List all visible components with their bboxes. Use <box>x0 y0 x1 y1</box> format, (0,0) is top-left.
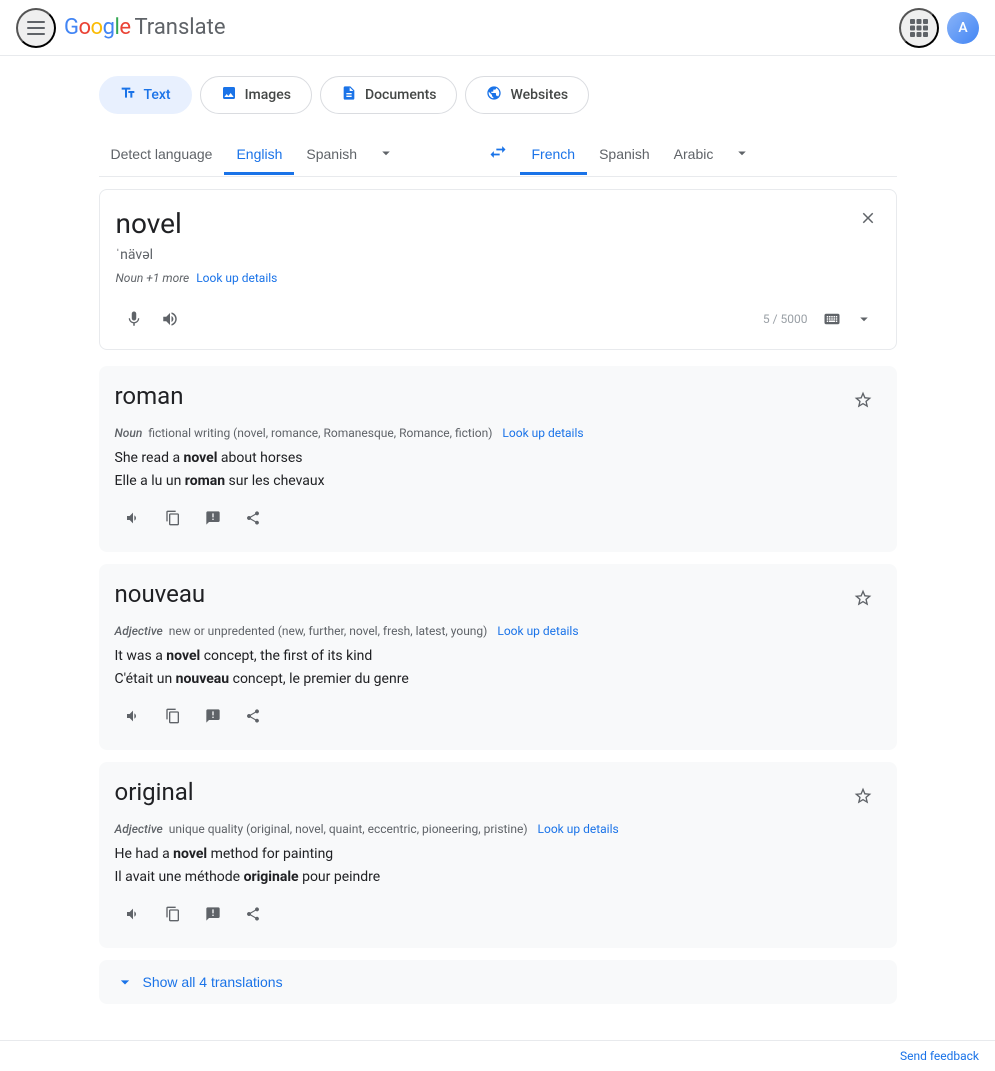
star-button[interactable] <box>845 382 881 418</box>
swap-languages-button[interactable] <box>476 134 520 176</box>
result-card: nouveau Adjective new or unpredented (ne… <box>99 564 897 750</box>
footer: Send feedback <box>0 1040 995 1071</box>
language-bar: Detect language English Spanish French S… <box>99 134 897 177</box>
arabic-lang-button[interactable]: Arabic <box>662 136 726 175</box>
star-button[interactable] <box>845 580 881 616</box>
results-container: roman Noun fictional writing (novel, rom… <box>99 366 897 948</box>
tab-websites[interactable]: Websites <box>465 76 589 114</box>
documents-icon <box>341 85 357 105</box>
result-lookup-link[interactable]: Look up details <box>497 624 578 638</box>
input-phonetic: ˈnävəl <box>116 246 880 263</box>
main-content: Text Images Documents Websites Detect la… <box>83 56 913 1040</box>
input-meta-type: Noun <box>116 271 144 285</box>
result-example-fr: Elle a lu un roman sur les chevaux <box>115 471 881 492</box>
input-meta-link[interactable]: Look up details <box>196 271 277 285</box>
tab-websites-label: Websites <box>510 87 568 103</box>
result-actions <box>115 500 881 536</box>
result-type: Noun <box>115 426 143 440</box>
result-synonyms: unique quality (original, novel, quaint,… <box>169 822 528 836</box>
logo-translate-text: Translate <box>134 15 225 40</box>
result-copy-button[interactable] <box>155 500 191 536</box>
result-feedback-button[interactable] <box>195 698 231 734</box>
char-count: 5 / 5000 <box>763 312 808 326</box>
text-icon <box>120 85 136 105</box>
result-copy-button[interactable] <box>155 698 191 734</box>
result-lookup-link[interactable]: Look up details <box>502 426 583 440</box>
result-type-row: Adjective new or unpredented (new, furth… <box>115 624 881 638</box>
mic-button[interactable] <box>116 301 152 337</box>
result-share-button[interactable] <box>235 698 271 734</box>
translation-panel: novel ˈnävəl Noun +1 more Look up detail… <box>99 189 897 350</box>
keyboard-button[interactable] <box>816 303 848 335</box>
result-type-row: Adjective unique quality (original, nove… <box>115 822 881 836</box>
input-meta: Noun +1 more Look up details <box>116 271 880 285</box>
result-example-en: He had a novel method for painting <box>115 844 881 865</box>
spanish-tgt-button[interactable]: Spanish <box>587 136 662 175</box>
result-copy-button[interactable] <box>155 896 191 932</box>
result-word: original <box>115 778 194 806</box>
spanish-src-button[interactable]: Spanish <box>294 136 369 175</box>
result-example-en: She read a novel about horses <box>115 448 881 469</box>
result-actions <box>115 896 881 932</box>
target-lang-more-button[interactable] <box>725 136 759 175</box>
apps-button[interactable] <box>899 8 939 48</box>
result-volume-button[interactable] <box>115 500 151 536</box>
result-share-button[interactable] <box>235 896 271 932</box>
logo-google-text: Google <box>64 15 130 40</box>
header: Google Translate A <box>0 0 995 56</box>
input-side: novel ˈnävəl Noun +1 more Look up detail… <box>100 190 896 349</box>
result-card: roman Noun fictional writing (novel, rom… <box>99 366 897 552</box>
source-lang-group: Detect language English Spanish <box>99 136 476 175</box>
result-feedback-button[interactable] <box>195 500 231 536</box>
result-lookup-link[interactable]: Look up details <box>538 822 619 836</box>
result-actions <box>115 698 881 734</box>
result-type: Adjective <box>115 822 163 836</box>
tab-documents[interactable]: Documents <box>320 76 458 114</box>
result-example-fr: C'était un nouveau concept, le premier d… <box>115 669 881 690</box>
input-actions: 5 / 5000 <box>116 297 880 341</box>
target-lang-group: French Spanish Arabic <box>520 136 897 175</box>
result-volume-button[interactable] <box>115 896 151 932</box>
tab-text-label: Text <box>144 87 171 103</box>
french-lang-button[interactable]: French <box>520 136 588 175</box>
english-lang-button[interactable]: English <box>224 136 294 175</box>
tab-images[interactable]: Images <box>200 76 312 114</box>
user-avatar[interactable]: A <box>947 12 979 44</box>
result-word: roman <box>115 382 184 410</box>
detect-lang-button[interactable]: Detect language <box>99 136 225 175</box>
result-share-button[interactable] <box>235 500 271 536</box>
result-header: nouveau <box>115 580 881 616</box>
source-lang-more-button[interactable] <box>369 136 403 175</box>
more-options-button[interactable] <box>848 303 880 335</box>
header-right: A <box>899 8 979 48</box>
result-example-en: It was a novel concept, the first of its… <box>115 646 881 667</box>
input-meta-more: +1 more <box>146 271 189 285</box>
show-all-label: Show all 4 translations <box>143 974 283 990</box>
result-word: nouveau <box>115 580 206 608</box>
menu-button[interactable] <box>16 8 56 48</box>
tab-images-label: Images <box>245 87 291 103</box>
result-header: roman <box>115 382 881 418</box>
tab-documents-label: Documents <box>365 87 437 103</box>
result-example-fr: Il avait une méthode originale pour pein… <box>115 867 881 888</box>
send-feedback-link[interactable]: Send feedback <box>900 1049 979 1063</box>
websites-icon <box>486 85 502 105</box>
result-card: original Adjective unique quality (origi… <box>99 762 897 948</box>
mode-tabs: Text Images Documents Websites <box>99 76 897 114</box>
clear-input-button[interactable] <box>852 202 884 234</box>
result-synonyms: fictional writing (novel, romance, Roman… <box>148 426 492 440</box>
avatar-initial: A <box>958 20 967 36</box>
volume-button[interactable] <box>152 301 188 337</box>
images-icon <box>221 85 237 105</box>
result-type: Adjective <box>115 624 163 638</box>
result-feedback-button[interactable] <box>195 896 231 932</box>
tab-text[interactable]: Text <box>99 76 192 114</box>
result-synonyms: new or unpredented (new, further, novel,… <box>169 624 488 638</box>
show-all-translations-button[interactable]: Show all 4 translations <box>99 960 897 1004</box>
input-word: novel <box>116 206 880 242</box>
logo[interactable]: Google Translate <box>64 15 225 40</box>
result-volume-button[interactable] <box>115 698 151 734</box>
result-type-row: Noun fictional writing (novel, romance, … <box>115 426 881 440</box>
